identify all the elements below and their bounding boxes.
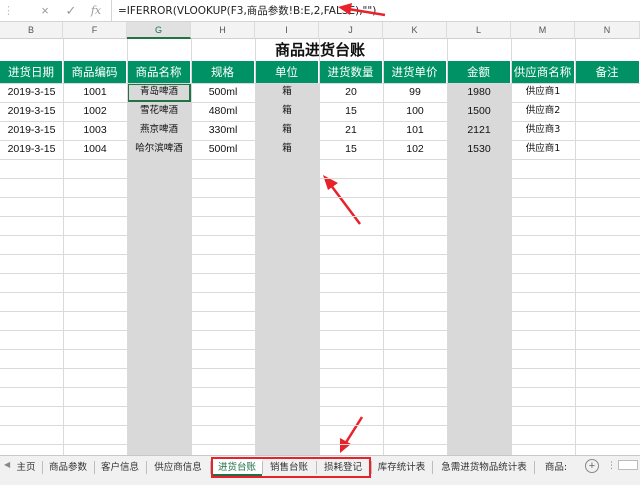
gridline-horizontal — [0, 349, 640, 350]
gridline-horizontal — [0, 387, 640, 388]
formula-bar: ⋮ × ✓ fx =IFERROR(VLOOKUP(F3,商品参数!B:E,2,… — [0, 0, 640, 22]
gridline-horizontal — [0, 311, 640, 312]
sheet-tab[interactable]: 供应商信息 — [148, 459, 208, 476]
tab-separator — [42, 461, 43, 474]
horizontal-scrollbar[interactable] — [618, 460, 638, 470]
sheet-tab[interactable]: 客户信息 — [96, 459, 144, 476]
add-sheet-icon[interactable]: + — [585, 459, 599, 473]
column-header-n[interactable]: N — [575, 22, 640, 39]
gridline-horizontal — [0, 254, 640, 255]
column-header-i[interactable]: I — [255, 22, 319, 39]
sheet-tab[interactable]: 库存统计表 — [373, 459, 430, 476]
gridline-horizontal — [0, 292, 640, 293]
sheet-tab[interactable]: 主页 — [12, 459, 40, 476]
sheet-tab[interactable]: 急需进货物品统计表 — [434, 459, 534, 476]
column-header-h[interactable]: H — [191, 22, 255, 39]
column-header-g[interactable]: G — [127, 22, 191, 39]
column-header-j[interactable]: J — [319, 22, 383, 39]
sheet-tab[interactable]: 商品参数 — [44, 459, 92, 476]
gridline-horizontal — [0, 159, 640, 160]
gridline-horizontal — [0, 197, 640, 198]
gridline-horizontal — [0, 330, 640, 331]
gridline-horizontal — [0, 425, 640, 426]
tab-separator — [371, 461, 372, 474]
gridline-horizontal — [0, 216, 640, 217]
gridline-horizontal — [0, 235, 640, 236]
gridline-horizontal — [0, 178, 640, 179]
column-header-k[interactable]: K — [383, 22, 447, 39]
gridline-horizontal — [0, 83, 640, 84]
gridline-horizontal — [0, 140, 640, 141]
tab-separator — [146, 461, 147, 474]
gridline-horizontal — [0, 121, 640, 122]
annotation-box-tabs — [211, 457, 371, 478]
gridline-horizontal — [0, 273, 640, 274]
gridline-horizontal — [0, 444, 640, 445]
gridline-horizontal — [0, 406, 640, 407]
gridline-horizontal — [0, 368, 640, 369]
column-header-m[interactable]: M — [511, 22, 575, 39]
worksheet-grid[interactable]: 商品进货台账 进货日期商品编码商品名称规格单位进货数量进货单价金额供应商名称备注… — [0, 39, 640, 455]
column-header-b[interactable]: B — [0, 22, 63, 39]
tab-separator — [94, 461, 95, 474]
more-options-icon[interactable]: ⋮ — [607, 460, 616, 471]
column-header-f[interactable]: F — [63, 22, 127, 39]
sheet-tab[interactable]: 商品: — [536, 459, 576, 476]
gridline-horizontal — [0, 102, 640, 103]
tab-separator — [534, 461, 535, 474]
column-header-l[interactable]: L — [447, 22, 511, 39]
annotation-arrow-formula — [338, 3, 386, 17]
sheet-tab-bar: ◀ 主页 商品参数 客户信息 供应商信息 进货台账 销售台账 损耗登记 库存统计表 急需进货物品… — [0, 455, 640, 485]
tab-scroll-left-icon[interactable]: ◀ — [4, 460, 10, 469]
tab-separator — [432, 461, 433, 474]
